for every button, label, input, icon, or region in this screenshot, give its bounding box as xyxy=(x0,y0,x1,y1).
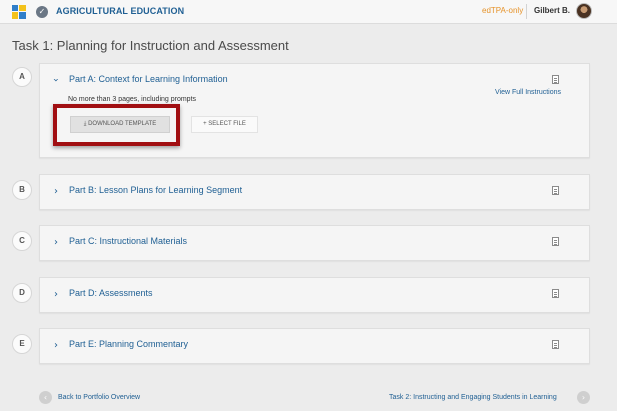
download-template-button[interactable]: ⤓ DOWNLOAD TEMPLATE xyxy=(70,116,170,133)
document-icon[interactable] xyxy=(552,75,559,84)
document-icon[interactable] xyxy=(552,237,559,246)
chevron-down-icon[interactable]: › xyxy=(50,78,61,82)
avatar[interactable] xyxy=(576,3,592,19)
part-a-card: › Part A: Context for Learning Informati… xyxy=(39,63,590,158)
chevron-right-icon[interactable]: › xyxy=(54,341,58,351)
document-icon[interactable] xyxy=(552,289,559,298)
part-b-title[interactable]: Part B: Lesson Plans for Learning Segmen… xyxy=(69,185,242,195)
app-logo-icon[interactable] xyxy=(12,5,26,19)
part-a-title[interactable]: Part A: Context for Learning Information xyxy=(69,74,228,84)
part-e-card[interactable]: › Part E: Planning Commentary xyxy=(39,328,590,364)
document-icon[interactable] xyxy=(552,186,559,195)
page-title: Task 1: Planning for Instruction and Ass… xyxy=(12,38,289,53)
part-c-card[interactable]: › Part C: Instructional Materials xyxy=(39,225,590,261)
part-letter-c: C xyxy=(12,231,32,251)
edtpa-badge: edTPA-only xyxy=(482,6,524,15)
part-d-card[interactable]: › Part D: Assessments xyxy=(39,277,590,313)
chevron-right-icon[interactable]: › xyxy=(54,187,58,197)
part-d-title[interactable]: Part D: Assessments xyxy=(69,288,153,298)
chevron-right-icon[interactable]: › xyxy=(54,238,58,248)
document-icon[interactable] xyxy=(552,340,559,349)
check-circle-icon: ✓ xyxy=(36,6,48,18)
next-task-link[interactable]: Task 2: Instructing and Engaging Student… xyxy=(389,394,557,401)
back-arrow-icon[interactable]: ‹ xyxy=(39,391,52,404)
top-bar: ✓ AGRICULTURAL EDUCATION edTPA-only Gilb… xyxy=(0,0,617,24)
back-to-overview-link[interactable]: Back to Portfolio Overview xyxy=(58,394,140,401)
app-title[interactable]: AGRICULTURAL EDUCATION xyxy=(56,6,184,16)
select-file-button[interactable]: + SELECT FILE xyxy=(191,116,258,133)
user-name[interactable]: Gilbert B. xyxy=(534,6,570,15)
part-letter-d: D xyxy=(12,283,32,303)
chevron-right-icon[interactable]: › xyxy=(54,290,58,300)
view-instructions-link[interactable]: View Full Instructions xyxy=(495,89,561,96)
part-e-title[interactable]: Part E: Planning Commentary xyxy=(69,339,188,349)
part-letter-b: B xyxy=(12,180,32,200)
page-limit-hint: No more than 3 pages, including prompts xyxy=(68,96,197,103)
part-c-title[interactable]: Part C: Instructional Materials xyxy=(69,236,187,246)
header-divider xyxy=(526,4,527,19)
part-letter-a: A xyxy=(12,67,32,87)
part-b-card[interactable]: › Part B: Lesson Plans for Learning Segm… xyxy=(39,174,590,210)
part-letter-e: E xyxy=(12,334,32,354)
next-arrow-icon[interactable]: › xyxy=(577,391,590,404)
